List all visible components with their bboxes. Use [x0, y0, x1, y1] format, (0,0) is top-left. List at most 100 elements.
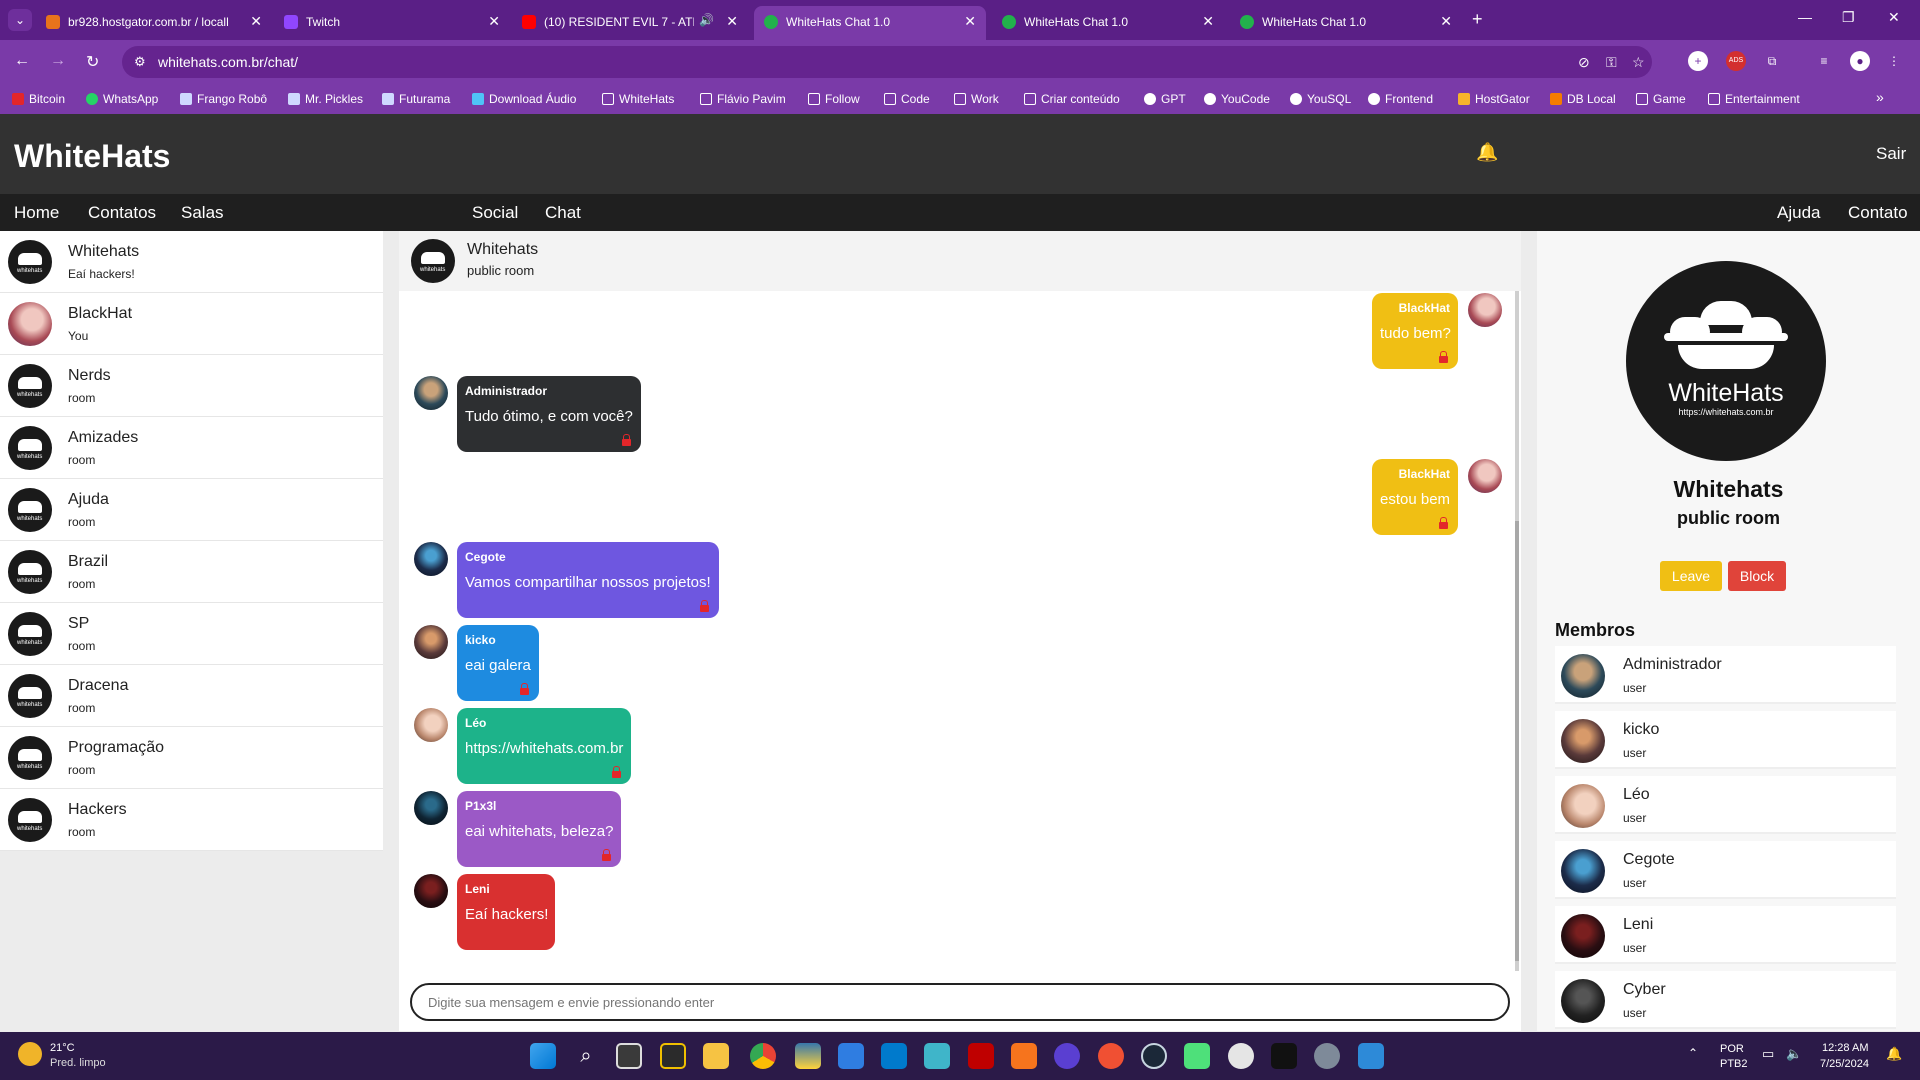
new-tab-button[interactable]: + [1472, 9, 1483, 30]
browser-tab-twitch[interactable]: Twitch ✕ [274, 6, 510, 40]
bookmark-frango-robo[interactable]: Frango Robô [180, 92, 267, 106]
notification-bell-icon[interactable]: 🔔 [1886, 1046, 1902, 1062]
back-icon[interactable]: ← [14, 52, 30, 70]
member-item[interactable]: Cyber user [1555, 971, 1896, 1029]
room-item-dracena[interactable]: whitehats Dracena room [0, 665, 383, 727]
reload-icon[interactable]: ↻ [86, 52, 99, 72]
bookmark-frontend[interactable]: Frontend [1368, 92, 1433, 106]
browser-tab-whitehats-2[interactable]: WhiteHats Chat 1.0 ✕ [992, 6, 1224, 40]
virtualbox-icon[interactable] [924, 1043, 950, 1069]
room-item-ajuda[interactable]: whitehats Ajuda room [0, 479, 383, 541]
task-view-icon[interactable] [616, 1043, 642, 1069]
room-item-nerds[interactable]: whitehats Nerds room [0, 355, 383, 417]
room-item-whitehats[interactable]: whitehats Whitehats Eaí hackers! [0, 231, 383, 293]
tab-search-button[interactable]: ⌄ [8, 9, 32, 31]
whitehats-app-icon[interactable] [1271, 1043, 1297, 1069]
clock-time[interactable]: 12:28 AM [1822, 1042, 1868, 1054]
bookmark-hostgator[interactable]: HostGator [1458, 92, 1530, 106]
extension-plus-icon[interactable]: + [1688, 51, 1708, 71]
bookmark-download-audio[interactable]: Download Áudio [472, 92, 576, 106]
member-item[interactable]: kicko user [1555, 711, 1896, 769]
nav-salas[interactable]: Salas [181, 203, 224, 223]
bookmark-futurama[interactable]: Futurama [382, 92, 450, 106]
address-bar[interactable]: ⚙ whitehats.com.br/chat/ ⊘ ⚿ ☆ [122, 46, 1652, 78]
member-item[interactable]: Léo user [1555, 776, 1896, 834]
search-icon[interactable]: ⌕ [573, 1043, 599, 1069]
forward-icon[interactable]: → [50, 52, 66, 70]
member-item[interactable]: Leni user [1555, 906, 1896, 964]
nav-chat[interactable]: Chat [545, 203, 581, 223]
message-composer[interactable] [410, 983, 1510, 1021]
nav-home[interactable]: Home [14, 203, 59, 223]
logout-link[interactable]: Sair [1876, 144, 1906, 164]
browser-tab-whitehats-3[interactable]: WhiteHats Chat 1.0 ✕ [1230, 6, 1462, 40]
bookmark-criar-conteudo[interactable]: Criar conteúdo [1024, 92, 1120, 106]
adblock-icon[interactable]: ADS [1726, 51, 1746, 71]
notepad-icon[interactable] [1358, 1043, 1384, 1069]
site-settings-icon[interactable]: ⚙ [134, 54, 146, 70]
close-icon[interactable]: ✕ [1440, 13, 1452, 30]
room-item-blackhat[interactable]: BlackHat You [0, 293, 383, 355]
chrome-icon[interactable] [750, 1043, 776, 1069]
key-icon[interactable]: ⚿ [1606, 54, 1617, 71]
close-icon[interactable]: ✕ [964, 13, 976, 30]
bookmark-game[interactable]: Game [1636, 92, 1686, 106]
input-language[interactable]: POR [1720, 1043, 1744, 1055]
bookmark-bitcoin[interactable]: Bitcoin [12, 92, 65, 106]
bookmark-gpt[interactable]: GPT [1144, 92, 1186, 106]
chevron-up-icon[interactable]: ⌃ [1688, 1046, 1698, 1060]
weather-condition[interactable]: Pred. limpo [50, 1057, 106, 1069]
kebab-menu-icon[interactable]: ⋮ [1884, 51, 1904, 71]
room-item-sp[interactable]: whitehats SP room [0, 603, 383, 665]
close-icon[interactable]: ✕ [1202, 13, 1214, 30]
close-icon[interactable]: ✕ [488, 13, 500, 30]
bookmark-flavio-pavim[interactable]: Flávio Pavim [700, 92, 786, 106]
bookmark-mr-pickles[interactable]: Mr. Pickles [288, 92, 363, 106]
room-item-amizades[interactable]: whitehats Amizades room [0, 417, 383, 479]
bookmark-code[interactable]: Code [884, 92, 930, 106]
leave-button[interactable]: Leave [1660, 561, 1722, 591]
scrollbar-thumb[interactable] [1515, 521, 1519, 961]
clock-date[interactable]: 7/25/2024 [1820, 1058, 1869, 1070]
close-icon[interactable]: ✕ [250, 13, 262, 30]
bookmark-work[interactable]: Work [954, 92, 999, 106]
steam-icon[interactable] [1141, 1043, 1167, 1069]
message-input[interactable] [428, 992, 1488, 1012]
settings-icon[interactable] [1314, 1043, 1340, 1069]
member-item[interactable]: Administrador user [1555, 646, 1896, 704]
browser-tab-hostgator[interactable]: br928.hostgator.com.br / localh ✕ [36, 6, 272, 40]
store-icon[interactable] [838, 1043, 864, 1069]
url-text[interactable]: whitehats.com.br/chat/ [158, 54, 298, 70]
volume-icon[interactable]: 🔈 [1786, 1046, 1802, 1062]
vscode-icon[interactable] [881, 1043, 907, 1069]
media-controls-icon[interactable]: ≡ [1814, 51, 1834, 71]
nav-ajuda[interactable]: Ajuda [1777, 203, 1820, 223]
bell-icon[interactable]: 🔔 [1476, 142, 1498, 163]
room-item-brazil[interactable]: whitehats Brazil room [0, 541, 383, 603]
speaker-icon[interactable]: 🔊 [699, 13, 714, 27]
obs-icon[interactable] [1228, 1043, 1254, 1069]
filezilla-icon[interactable] [968, 1043, 994, 1069]
bookmark-yousql[interactable]: YouSQL [1290, 92, 1351, 106]
keyboard-layout[interactable]: PTB2 [1720, 1058, 1748, 1070]
bookmark-youcode[interactable]: YouCode [1204, 92, 1270, 106]
nav-social[interactable]: Social [472, 203, 518, 223]
brand-logo[interactable]: WhiteHats [14, 138, 170, 175]
star-icon[interactable]: ☆ [1632, 54, 1645, 71]
bookmark-entertainment[interactable]: Entertainment [1708, 92, 1800, 106]
browser-tab-youtube[interactable]: (10) RESIDENT EVIL 7 - ATE 🔊 ✕ [512, 6, 748, 40]
browser-tab-whitehats-active[interactable]: WhiteHats Chat 1.0 ✕ [754, 6, 986, 40]
app-icon[interactable] [1054, 1043, 1080, 1069]
close-icon[interactable]: ✕ [726, 13, 738, 30]
nav-contatos[interactable]: Contatos [88, 203, 156, 223]
network-icon[interactable]: ▭ [1762, 1046, 1774, 1062]
xampp-icon[interactable] [1011, 1043, 1037, 1069]
room-item-hackers[interactable]: whitehats Hackers room [0, 789, 383, 851]
extensions-icon[interactable]: ⧉ [1762, 51, 1782, 71]
postman-icon[interactable] [1098, 1043, 1124, 1069]
profile-avatar-icon[interactable]: ● [1850, 51, 1870, 71]
restore-icon[interactable]: ❐ [1842, 9, 1855, 26]
app-icon[interactable] [1184, 1043, 1210, 1069]
chat-scrollbar[interactable] [1515, 291, 1519, 971]
bookmark-db-local[interactable]: DB Local [1550, 92, 1616, 106]
